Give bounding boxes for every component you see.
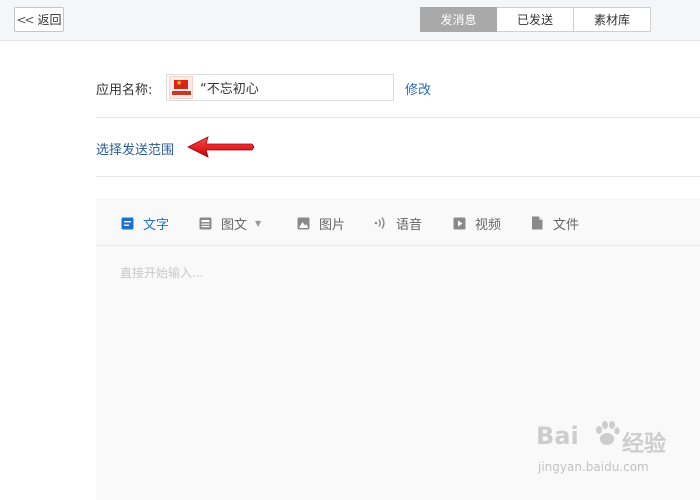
tool-file[interactable]: 文件: [530, 214, 580, 233]
tool-image-label: 图片: [319, 217, 346, 233]
news-icon: [198, 216, 212, 230]
divider: [96, 117, 700, 118]
watermark-brand: Bai: [536, 422, 579, 450]
app-name-field: ★ “不忘初心: [166, 74, 394, 101]
divider: [96, 176, 700, 177]
tool-news[interactable]: 图文 ▼: [198, 214, 261, 233]
paw-icon: [596, 421, 620, 445]
tab-sent[interactable]: 已发送: [497, 7, 574, 32]
tool-image[interactable]: 图片: [296, 214, 346, 233]
tool-voice[interactable]: 语音: [373, 214, 423, 233]
voice-icon: [373, 216, 387, 230]
tool-text-label: 文字: [143, 217, 170, 233]
back-label: 返回: [37, 13, 62, 27]
modify-link[interactable]: 修改: [405, 79, 431, 98]
tool-text[interactable]: 文字: [120, 214, 170, 233]
watermark-brand-suffix: 经验: [622, 432, 667, 457]
top-bar: << 返回 发消息 已发送 素材库: [0, 0, 700, 41]
double-chevron-left-icon: <<: [16, 12, 34, 27]
editor-toolbar: 文字 图文 ▼ 图片 语音 视频 文件: [96, 198, 700, 246]
tool-file-label: 文件: [553, 217, 580, 233]
app-name-label: 应用名称:: [96, 83, 153, 98]
image-icon: [296, 216, 310, 230]
select-send-scope-link[interactable]: 选择发送范围: [96, 139, 174, 158]
baidu-jingyan-watermark: Bai 经验 jingyan.baidu.com: [536, 420, 696, 490]
tool-video[interactable]: 视频: [452, 214, 502, 233]
text-icon: [120, 216, 134, 230]
app-logo-icon: ★: [169, 76, 193, 99]
back-button[interactable]: << 返回: [14, 7, 64, 32]
message-input[interactable]: 直接开始输入...: [120, 264, 203, 281]
caret-down-icon[interactable]: ▼: [255, 219, 261, 228]
file-icon: [530, 216, 544, 230]
tab-material-library[interactable]: 素材库: [574, 7, 651, 32]
tool-news-label: 图文: [221, 217, 248, 233]
video-icon: [452, 216, 466, 230]
watermark-url: jingyan.baidu.com: [538, 460, 649, 474]
annotation-arrow-icon: [187, 136, 255, 158]
tool-video-label: 视频: [475, 217, 502, 233]
app-name-value: “不忘初心: [200, 82, 259, 97]
message-tabs: 发消息 已发送 素材库: [420, 7, 651, 32]
tab-send-message[interactable]: 发消息: [420, 7, 497, 32]
tool-voice-label: 语音: [396, 217, 423, 233]
